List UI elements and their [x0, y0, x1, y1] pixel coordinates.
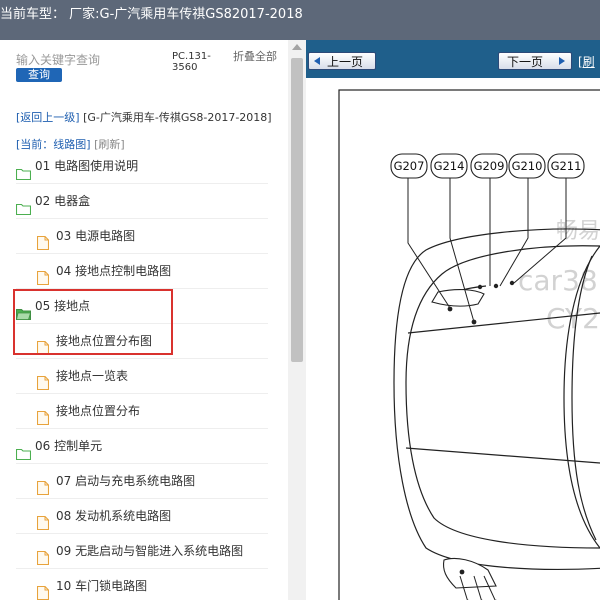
tree-item[interactable]: 03 电源电路图 — [16, 219, 268, 254]
back-link[interactable]: [返回上一级] — [16, 111, 80, 124]
prev-page-label: 上一页 — [327, 55, 364, 69]
tree-item[interactable]: 接地点位置分布 — [16, 394, 268, 429]
viewer-refresh-link[interactable]: [刷 — [578, 53, 595, 70]
tree-item[interactable]: 01 电路图使用说明 — [15, 149, 268, 184]
ground-location-diagram: 畅易 car38 CY2 G207 G214 G209 G210 G211 — [338, 89, 600, 600]
watermark-line: 畅易 — [556, 219, 600, 244]
ground-label-g211: G211 — [547, 153, 585, 179]
ground-point-g207 — [447, 306, 453, 312]
tree-item-label: 04 接地点控制电路图 — [56, 264, 172, 278]
ground-point-g211 — [509, 280, 515, 286]
scroll-up-arrow-icon[interactable] — [292, 44, 302, 50]
pc-code: PC.131-3560 — [172, 51, 211, 73]
search-button[interactable]: 查询 — [16, 68, 62, 82]
next-page-button[interactable]: 下一页 — [498, 52, 572, 70]
tree-item[interactable]: 09 无匙启动与智能进入系统电路图 — [16, 534, 268, 569]
arrow-right-icon — [559, 57, 565, 65]
tree-item[interactable]: 07 启动与充电系统电路图 — [16, 464, 268, 499]
ground-label-g209: G209 — [470, 153, 508, 179]
highlight-box — [13, 289, 173, 355]
tree-item-label: 03 电源电路图 — [56, 229, 136, 243]
tree-item[interactable]: 接地点一览表 — [16, 359, 268, 394]
file-icon — [36, 579, 50, 600]
viewer-toolbar: 上一页 下一页 [刷 — [306, 40, 600, 78]
ground-label-text: G207 — [394, 159, 425, 173]
scrollbar-thumb[interactable] — [291, 58, 303, 362]
ground-point-lower — [459, 569, 465, 575]
ground-point — [477, 284, 483, 290]
tree-item-label: 09 无匙启动与智能进入系统电路图 — [56, 544, 244, 558]
tree-item[interactable]: 02 电器盒 — [15, 184, 268, 219]
top-bar: 当前车型： 厂家:G-广汽乘用车传祺GS82017-2018 — [0, 0, 600, 40]
tree-item[interactable]: 10 车门锁电路图 — [16, 569, 268, 600]
body-crease — [405, 447, 600, 464]
ground-label-text: G214 — [434, 159, 465, 173]
breadcrumb: [返回上一级] [G-广汽乘用车-传祺GS8-2017-2018] — [16, 112, 274, 123]
arrow-left-icon — [314, 57, 320, 65]
ground-label-text: G210 — [512, 159, 543, 173]
ground-label-g214: G214 — [430, 153, 468, 179]
ground-label-text: G211 — [551, 159, 582, 173]
tree-item-label: 接地点位置分布 — [56, 404, 141, 418]
ground-labels: G207 G214 G209 G210 G211 — [390, 153, 585, 179]
mirror-and-lamp-shapes — [431, 289, 497, 589]
search-input[interactable] — [16, 52, 166, 68]
diagram-viewer: 上一页 下一页 [刷 畅易 car38 CY2 G207 G214 G209 G… — [306, 40, 600, 600]
model-path: [G-广汽乘用车-传祺GS8-2017-2018] — [83, 111, 272, 124]
tree-item-label: 06 控制单元 — [35, 439, 103, 453]
vehicle-title: 当前车型： 厂家:G-广汽乘用车传祺GS82017-2018 — [0, 7, 303, 22]
scrollbar[interactable] — [288, 40, 306, 600]
collapse-all-link[interactable]: 折叠全部 — [233, 51, 277, 63]
tree-item-label: 02 电器盒 — [35, 194, 91, 208]
tree-item-label: 07 启动与充电系统电路图 — [56, 474, 196, 488]
tree-item-label: 08 发动机系统电路图 — [56, 509, 172, 523]
lower-lamp — [442, 557, 497, 589]
ground-label-text: G209 — [474, 159, 505, 173]
next-page-label: 下一页 — [507, 55, 544, 69]
ground-label-g210: G210 — [508, 153, 546, 179]
tree-item-label: 10 车门锁电路图 — [56, 579, 148, 593]
ground-point-g209 — [493, 283, 499, 289]
ground-point-g214 — [471, 319, 477, 325]
tree-item[interactable]: 08 发动机系统电路图 — [16, 499, 268, 534]
tree-item-label: 01 电路图使用说明 — [35, 159, 139, 173]
tree-item[interactable]: 06 控制单元 — [15, 429, 268, 464]
callout-lines — [407, 178, 567, 600]
ground-label-g207: G207 — [390, 153, 428, 179]
tree-item[interactable]: 04 接地点控制电路图 — [16, 254, 268, 289]
tree-item-label: 接地点一览表 — [56, 369, 129, 383]
navigation-panel: 查询 PC.131-3560 折叠全部 [返回上一级] [G-广汽乘用车-传祺G… — [0, 40, 288, 600]
ground-points — [447, 280, 515, 600]
prev-page-button[interactable]: 上一页 — [308, 52, 376, 70]
directory-tree: 01 电路图使用说明 02 电器盒 03 电源电路图 04 接地点控制电路图 05 接地… — [15, 149, 268, 600]
